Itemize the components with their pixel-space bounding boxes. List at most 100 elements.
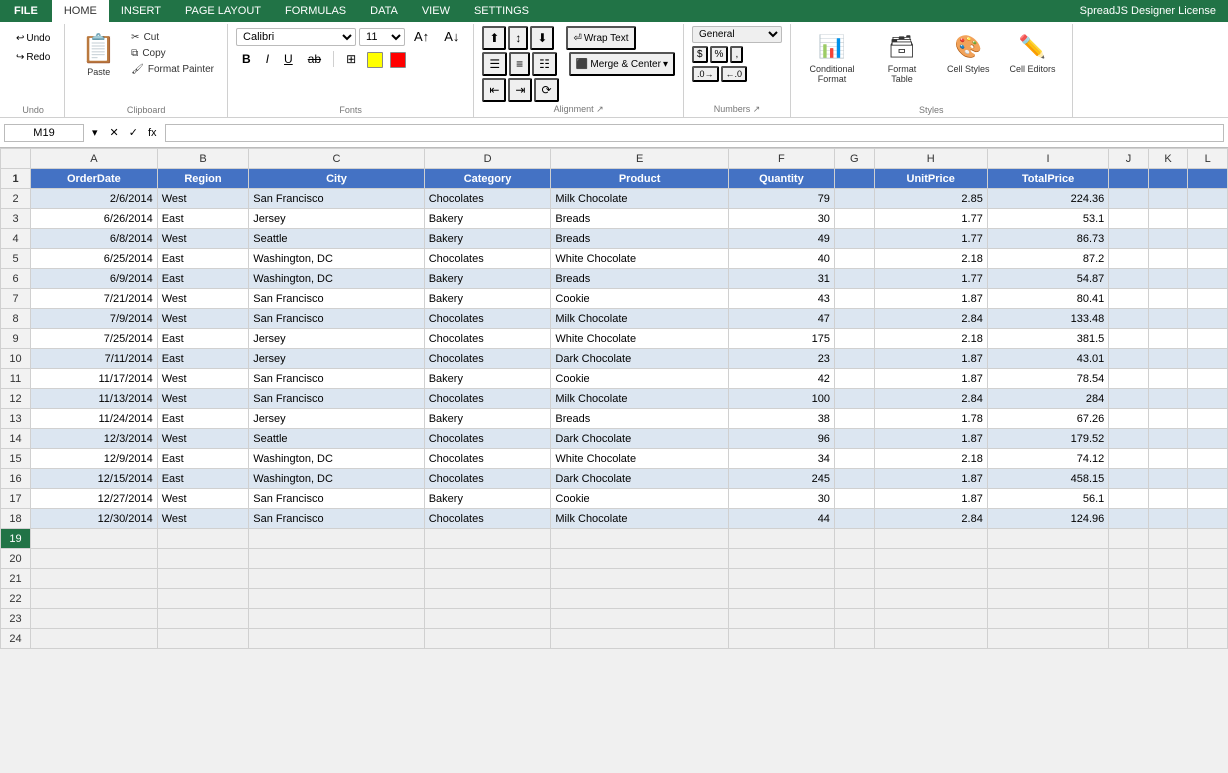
table-cell[interactable] <box>1148 389 1188 409</box>
table-cell[interactable] <box>834 569 874 589</box>
table-cell[interactable] <box>31 549 158 569</box>
formula-input[interactable] <box>165 124 1224 142</box>
table-cell[interactable] <box>1188 309 1228 329</box>
table-cell[interactable]: Milk Chocolate <box>551 189 728 209</box>
table-cell[interactable]: San Francisco <box>249 309 424 329</box>
table-cell[interactable]: 74.12 <box>987 449 1108 469</box>
table-cell[interactable]: 1.77 <box>874 269 987 289</box>
table-cell[interactable] <box>1148 369 1188 389</box>
table-cell[interactable] <box>1188 629 1228 649</box>
table-cell[interactable] <box>834 409 874 429</box>
borders-button[interactable]: ⊞ <box>340 49 362 69</box>
percent-button[interactable]: % <box>710 46 729 63</box>
table-cell[interactable]: 43 <box>728 289 834 309</box>
format-table-button[interactable]: 🗃 Format Table <box>869 30 935 88</box>
table-cell[interactable] <box>834 429 874 449</box>
fill-color-button[interactable]: A <box>365 49 385 69</box>
table-cell[interactable] <box>249 609 424 629</box>
table-cell[interactable]: 49 <box>728 229 834 249</box>
confirm-formula-button[interactable]: ✓ <box>125 124 142 141</box>
table-cell[interactable] <box>1109 589 1149 609</box>
table-cell[interactable]: 224.36 <box>987 189 1108 209</box>
header-cell[interactable]: City <box>249 169 424 189</box>
format-painter-button[interactable]: 🖌 Format Painter <box>126 62 219 77</box>
table-cell[interactable] <box>1109 409 1149 429</box>
table-cell[interactable] <box>31 569 158 589</box>
table-cell[interactable]: Bakery <box>424 409 551 429</box>
table-cell[interactable]: San Francisco <box>249 389 424 409</box>
table-cell[interactable]: White Chocolate <box>551 449 728 469</box>
table-cell[interactable]: 43.01 <box>987 349 1108 369</box>
align-top-button[interactable]: ⬆ <box>482 26 506 50</box>
table-cell[interactable]: 133.48 <box>987 309 1108 329</box>
grow-font-button[interactable]: A↑ <box>408 26 435 47</box>
table-cell[interactable] <box>1188 469 1228 489</box>
table-cell[interactable]: Chocolates <box>424 389 551 409</box>
font-name-select[interactable]: Calibri <box>236 28 356 46</box>
table-cell[interactable] <box>424 549 551 569</box>
table-cell[interactable]: Bakery <box>424 209 551 229</box>
table-cell[interactable]: 2.18 <box>874 329 987 349</box>
col-header-K[interactable]: K <box>1148 149 1188 169</box>
table-cell[interactable]: Bakery <box>424 369 551 389</box>
table-cell[interactable] <box>157 549 249 569</box>
table-cell[interactable] <box>1109 269 1149 289</box>
table-cell[interactable]: Dark Chocolate <box>551 349 728 369</box>
table-cell[interactable]: 54.87 <box>987 269 1108 289</box>
table-cell[interactable]: Chocolates <box>424 449 551 469</box>
table-cell[interactable]: Chocolates <box>424 249 551 269</box>
table-cell[interactable] <box>874 629 987 649</box>
align-right-button[interactable]: ☷ <box>532 52 557 76</box>
table-cell[interactable] <box>1109 369 1149 389</box>
table-cell[interactable] <box>1148 549 1188 569</box>
table-cell[interactable] <box>1188 369 1228 389</box>
table-cell[interactable]: 7/21/2014 <box>31 289 158 309</box>
table-cell[interactable]: 7/11/2014 <box>31 349 158 369</box>
table-cell[interactable]: 67.26 <box>987 409 1108 429</box>
table-cell[interactable] <box>551 529 728 549</box>
table-cell[interactable] <box>1148 609 1188 629</box>
table-cell[interactable] <box>1109 609 1149 629</box>
cell-editors-button[interactable]: ✏️ Cell Editors <box>1002 30 1064 78</box>
table-cell[interactable]: Breads <box>551 269 728 289</box>
table-cell[interactable] <box>1148 329 1188 349</box>
table-cell[interactable] <box>1109 569 1149 589</box>
table-cell[interactable]: 2.18 <box>874 449 987 469</box>
table-cell[interactable]: White Chocolate <box>551 329 728 349</box>
table-cell[interactable] <box>1109 189 1149 209</box>
table-cell[interactable]: Washington, DC <box>249 469 424 489</box>
table-cell[interactable]: 1.87 <box>874 369 987 389</box>
table-cell[interactable] <box>249 569 424 589</box>
table-cell[interactable]: 42 <box>728 369 834 389</box>
table-cell[interactable]: East <box>157 269 249 289</box>
table-cell[interactable]: 1.87 <box>874 469 987 489</box>
table-cell[interactable]: 1.77 <box>874 229 987 249</box>
table-cell[interactable]: 6/8/2014 <box>31 229 158 249</box>
table-cell[interactable]: West <box>157 509 249 529</box>
table-cell[interactable] <box>551 569 728 589</box>
table-cell[interactable] <box>834 389 874 409</box>
table-cell[interactable]: Chocolates <box>424 329 551 349</box>
increase-decimal-button[interactable]: .0→ <box>692 66 719 82</box>
table-cell[interactable]: Bakery <box>424 489 551 509</box>
table-cell[interactable]: Washington, DC <box>249 249 424 269</box>
table-cell[interactable]: 179.52 <box>987 429 1108 449</box>
table-cell[interactable] <box>31 529 158 549</box>
table-cell[interactable]: Milk Chocolate <box>551 389 728 409</box>
table-cell[interactable] <box>424 569 551 589</box>
font-size-select[interactable]: 11 <box>359 28 405 46</box>
table-cell[interactable]: 56.1 <box>987 489 1108 509</box>
table-cell[interactable]: 11/17/2014 <box>31 369 158 389</box>
indent-decrease-button[interactable]: ⇤ <box>482 78 506 102</box>
table-cell[interactable]: 284 <box>987 389 1108 409</box>
table-cell[interactable] <box>551 589 728 609</box>
tab-home[interactable]: HOME <box>52 0 109 22</box>
header-cell[interactable] <box>1109 169 1149 189</box>
table-cell[interactable]: Chocolates <box>424 429 551 449</box>
table-cell[interactable]: East <box>157 409 249 429</box>
table-cell[interactable] <box>874 569 987 589</box>
table-cell[interactable] <box>1148 269 1188 289</box>
table-cell[interactable]: 30 <box>728 209 834 229</box>
table-cell[interactable] <box>834 229 874 249</box>
alignment-dialog-icon[interactable]: ↗ <box>596 104 604 114</box>
